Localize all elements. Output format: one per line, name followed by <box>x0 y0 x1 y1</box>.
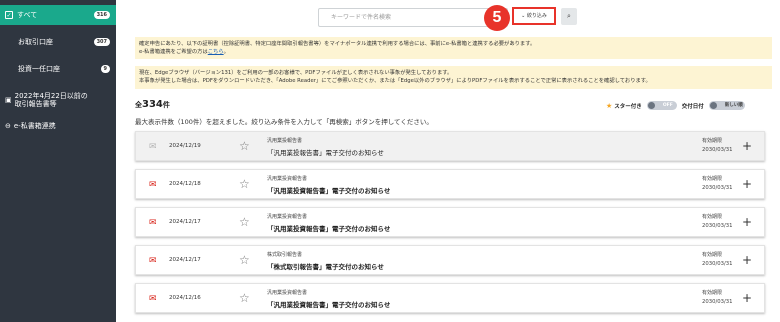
notice-text: 現在、Edgeブラウザ（バージョン131）をご利用の一部のお客様で、PDFファイ… <box>139 70 453 76</box>
star-outline-icon[interactable]: ☆ <box>239 291 250 305</box>
starred-label: スター付き <box>614 103 642 110</box>
row-deadline: 2030/03/31 <box>702 299 733 305</box>
row-deadline-label: 有効期限 <box>702 290 723 296</box>
search-input[interactable]: キーワードで件名検索 <box>318 8 508 27</box>
notice-ebox: 確定申告にあたり、以下の証明書（控除証明書、特定口座年間取引報告書等）をマイナポ… <box>135 37 772 59</box>
row-deadline: 2030/03/31 <box>702 261 733 267</box>
magnifier-icon: ⌕ <box>567 12 571 20</box>
row-category: 汎用業投資報告書 <box>267 290 308 296</box>
list-item[interactable]: ✉ 2024/12/17 ☆ 汎用業投資報告書 「汎用業投資報告書」電子交付のお… <box>135 207 765 237</box>
sidebar-item-all[interactable]: ✓ すべて 316 <box>0 5 116 25</box>
list-item[interactable]: ✉ 2024/12/17 ☆ 株式取引報告書 「株式取引報告書」電子交付のお知ら… <box>135 245 765 275</box>
sidebar-item-label: 投資一任口座 <box>18 65 60 73</box>
envelope-icon: ✉ <box>149 218 157 228</box>
sidebar-item-legacy-reports[interactable]: ▣ 2022年4月22日以前の 取引報告書等 <box>0 88 116 112</box>
toggle-knob <box>709 102 717 109</box>
row-deadline: 2030/03/31 <box>702 147 733 153</box>
sidebar-item-ebox[interactable]: ⊖ e-私書箱連携 <box>0 119 116 133</box>
toggle-knob <box>647 102 655 109</box>
sidebar-item-label: 2022年4月22日以前の 取引報告書等 <box>15 92 88 108</box>
search-button[interactable]: ⌕ <box>561 8 577 25</box>
sidebar: ✓ すべて 316 お取引口座 307 投資一任口座 9 ▣ 2022年4月22… <box>0 0 116 322</box>
row-deadline: 2030/03/31 <box>702 223 733 229</box>
calendar-icon: ▣ <box>5 96 12 104</box>
total-prefix: 全 <box>135 101 142 109</box>
expand-plus-icon[interactable]: + <box>742 291 752 305</box>
label-line-1: 2022年4月22日以前の <box>14 92 88 100</box>
expand-plus-icon[interactable]: + <box>742 177 752 191</box>
step-number-marker: 5 <box>484 5 510 31</box>
row-date: 2024/12/19 <box>169 143 201 149</box>
row-title[interactable]: 「汎用業投報告書」電子交付のお知らせ <box>267 147 384 157</box>
row-deadline-label: 有効期限 <box>702 214 723 220</box>
link-icon: ⊖ <box>5 122 11 130</box>
count-badge: 9 <box>100 65 110 73</box>
row-category: 汎用業投資報告書 <box>267 176 308 182</box>
list-item[interactable]: ✉ 2024/12/19 ☆ 汎用業投報告書 「汎用業投報告書」電子交付のお知ら… <box>135 131 765 161</box>
notice-text: 本事象が発生した場合は、PDFをダウンロードいただき、「Adobe Reader… <box>139 78 651 84</box>
order-toggle[interactable]: 新しい順 <box>708 101 745 110</box>
list-item[interactable]: ✉ 2024/12/16 ☆ 汎用業投資報告書 「汎用業投資報告書」電子交付のお… <box>135 283 765 313</box>
sidebar-item-account[interactable]: お取引口座 307 <box>0 33 116 51</box>
expand-plus-icon[interactable]: + <box>742 253 752 267</box>
row-deadline-label: 有効期限 <box>702 252 723 258</box>
sidebar-item-label: お取引口座 <box>18 38 53 46</box>
envelope-open-icon: ✉ <box>149 142 157 152</box>
sidebar-item-discretionary[interactable]: 投資一任口座 9 <box>0 60 116 78</box>
row-date: 2024/12/17 <box>169 219 201 225</box>
expand-plus-icon[interactable]: + <box>742 215 752 229</box>
star-icon: ★ <box>606 101 613 110</box>
notice-text: e-私書箱連携をご希望の方はこちら。 <box>139 48 768 56</box>
checkbox-icon: ✓ <box>5 11 13 19</box>
row-title[interactable]: 「汎用業投資報告書」電子交付のお知らせ <box>267 185 390 195</box>
row-title[interactable]: 「汎用業投資報告書」電子交付のお知らせ <box>267 299 390 309</box>
row-category: 汎用業投報告書 <box>267 138 303 144</box>
count-badge: 307 <box>93 38 110 46</box>
max-results-note: 最大表示件数（100件）を超えました。絞り込み条件を入力して「再検索」ボタンを押… <box>135 118 433 126</box>
row-category: 株式取引報告書 <box>267 252 303 258</box>
row-deadline-label: 有効期限 <box>702 138 723 144</box>
filter-button[interactable]: ⌄ 絞り込み <box>512 7 556 25</box>
sidebar-item-label: e-私書箱連携 <box>13 122 56 130</box>
row-deadline: 2030/03/31 <box>702 185 733 191</box>
notice-edge: 現在、Edgeブラウザ（バージョン131）をご利用の一部のお客様で、PDFファイ… <box>135 66 772 89</box>
notice-text-suffix: 。 <box>223 49 229 55</box>
label-line-2: 取引報告書等 <box>14 100 57 108</box>
star-outline-icon[interactable]: ☆ <box>239 139 250 153</box>
star-outline-icon[interactable]: ☆ <box>239 253 250 267</box>
row-date: 2024/12/18 <box>169 181 201 187</box>
total-number: 334 <box>142 99 163 110</box>
notice-text: 確定申告にあたり、以下の証明書（控除証明書、特定口座年間取引報告書等）をマイナポ… <box>139 41 536 47</box>
row-category: 汎用業投資報告書 <box>267 214 308 220</box>
row-title[interactable]: 「株式取引報告書」電子交付のお知らせ <box>267 261 384 271</box>
list-item[interactable]: ✉ 2024/12/18 ☆ 汎用業投資報告書 「汎用業投資報告書」電子交付のお… <box>135 169 765 199</box>
envelope-icon: ✉ <box>149 180 157 190</box>
row-date: 2024/12/17 <box>169 257 201 263</box>
total-count: 全334件 <box>135 99 170 110</box>
row-date: 2024/12/16 <box>169 295 201 301</box>
date-label: 交付日付 <box>681 103 704 110</box>
envelope-icon: ✉ <box>149 256 157 266</box>
toggle-bar: ★ スター付き OFF 交付日付 新しい順 <box>606 101 745 110</box>
envelope-icon: ✉ <box>149 294 157 304</box>
toggle-state: OFF <box>662 103 673 108</box>
toggle-state: 新しい順 <box>724 103 743 108</box>
row-title[interactable]: 「汎用業投資報告書」電子交付のお知らせ <box>267 223 390 233</box>
total-suffix: 件 <box>162 101 170 109</box>
ebox-link[interactable]: こちら <box>208 49 224 55</box>
count-badge: 316 <box>93 11 110 19</box>
expand-plus-icon[interactable]: + <box>742 139 752 153</box>
row-deadline-label: 有効期限 <box>702 176 723 182</box>
notice-text-prefix: e-私書箱連携をご希望の方は <box>139 49 208 55</box>
star-outline-icon[interactable]: ☆ <box>239 177 250 191</box>
starred-toggle[interactable]: OFF <box>646 101 677 110</box>
sidebar-item-label: すべて <box>17 11 38 19</box>
star-outline-icon[interactable]: ☆ <box>239 215 250 229</box>
